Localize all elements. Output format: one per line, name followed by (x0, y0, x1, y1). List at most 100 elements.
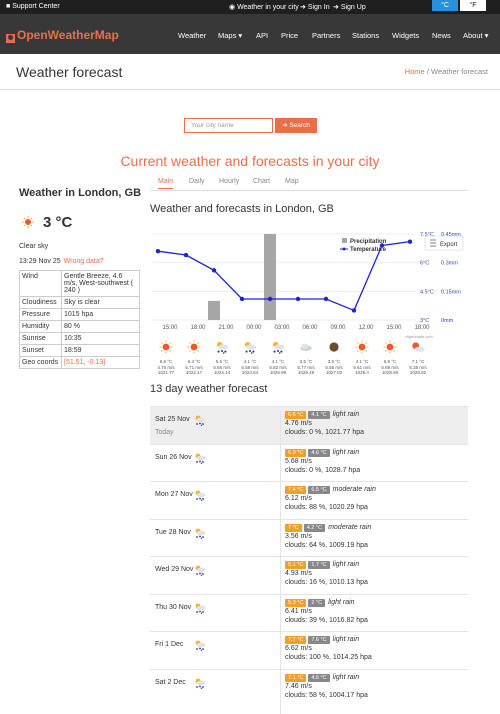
hourly-temp: 5.6 °C (215, 359, 229, 364)
max-temp-badge: 5.1 °C (285, 561, 307, 569)
celsius-button[interactable]: °C (432, 0, 458, 11)
hourly-pressure: 1028.59 (381, 370, 399, 375)
day-wind: 4.93 m/s (285, 570, 312, 577)
weather-row-value[interactable]: [51.51, -0.13] (61, 356, 140, 369)
hourly-wind: 5.35 m/s (409, 364, 427, 370)
nav-weather[interactable]: Weather (178, 31, 206, 40)
x-tick-label: 15:00 (162, 325, 178, 331)
forecast-tabs: Main Daily Hourly Chart Map (150, 176, 468, 191)
legend-precip-swatch (342, 238, 347, 243)
max-temp-badge: 6.9 °C (285, 448, 307, 457)
max-temp-badge: 6.6 °C (285, 411, 307, 419)
precip-bar (208, 300, 220, 320)
day-clouds: clouds: 64 %, 1009.19 hpa (285, 541, 368, 549)
sun-icon (383, 340, 397, 354)
hourly-wind: 5.77 m/s (297, 364, 315, 370)
y-left-tick-label: 4.5°C (420, 289, 434, 295)
x-tick-label: 03:00 (274, 325, 290, 331)
sign-in-link[interactable]: ➜ Sign In (300, 3, 330, 11)
nav-stations[interactable]: Stations (352, 31, 379, 40)
cloud-icon (300, 343, 312, 352)
hourly-pressure: 1024.54 (241, 370, 259, 375)
weather-row: Cloudiness Sky is clear (19, 296, 140, 309)
hourly-temp: 6.6 °C (159, 359, 173, 364)
weather-city-label: Weather in your city (237, 4, 299, 11)
day-clouds: clouds: 0 %, 1021.77 hpa (285, 429, 365, 436)
hourly-temp: 3.5 °C (327, 359, 341, 364)
x-tick-label: 09:00 (330, 325, 346, 331)
day-wind: 3.56 m/s (285, 532, 312, 540)
sign-up-label: Sign Up (340, 4, 366, 11)
logo[interactable]: ✺ OpenWeatherMap (6, 28, 119, 43)
fahrenheit-button[interactable]: °F (460, 0, 486, 11)
sun-icon (187, 340, 201, 354)
rain-icon (216, 341, 229, 354)
min-temp-badge: 2 °C (308, 598, 326, 607)
rain-icon (195, 678, 206, 689)
tab-map[interactable]: Map (285, 178, 299, 185)
logo-text: OpenWeatherMap (17, 28, 119, 42)
partly-icon (412, 342, 425, 352)
nav-news[interactable]: News (432, 31, 451, 40)
tab-chart[interactable]: Chart (253, 178, 270, 185)
min-temp-badge: 4.6 °C (308, 448, 330, 457)
sun-icon (355, 340, 369, 354)
day-name: Tue 28 Nov (155, 528, 191, 536)
breadcrumb-home[interactable]: Home (405, 67, 425, 76)
day-description: light rain (328, 598, 355, 606)
moon-icon (329, 342, 339, 352)
day-wind: 6.41 m/s (285, 607, 312, 615)
day-name: Sun 26 Nov (155, 453, 192, 461)
day-row: Sun 26 Nov 6.9 °C 4.6 °C light rain 5.68 m/… (150, 443, 468, 489)
weather-row: Geo coords [51.51, -0.13] (19, 356, 140, 369)
hourly-temp: 4.1 °C (355, 359, 369, 364)
tab-main[interactable]: Main (158, 178, 174, 189)
y-right-tick-label: 0mm (441, 318, 454, 324)
rain-icon (195, 603, 206, 614)
forecast-title: Weather and forecasts in London, GB (150, 203, 334, 215)
legend-temp-label: Temperature (350, 247, 387, 253)
hourly-wind: 5.58 m/s (241, 364, 259, 370)
max-temp-badge: 7.7 °C (285, 636, 307, 644)
hourly-pressure: 1022.17 (185, 370, 203, 375)
support-center-link[interactable]: ■ Support Center (6, 3, 60, 10)
hourly-pressure: 1026.49 (297, 370, 315, 375)
rain-icon (195, 415, 206, 426)
top-bar: ■ Support Center ◉ Weather in your city … (0, 0, 500, 14)
weather-city-link[interactable]: ◉ Weather in your city (229, 3, 299, 11)
sign-up-link[interactable]: ➜ Sign Up (333, 3, 366, 11)
temperature-point (407, 239, 413, 244)
weather-row-value: 1015 hpa (61, 308, 140, 321)
weather-row-value: Gentle Breeze, 4.6 m/s, West-southwest (… (61, 270, 140, 297)
temperature-point (295, 296, 301, 302)
tab-daily[interactable]: Daily (189, 178, 205, 185)
max-temp-badge: 7 °C (285, 523, 302, 532)
hourly-temp: 4.1 °C (271, 359, 285, 364)
day-info: 7.1 °C 4.6 °C light rain 7.46 m/s clouds: 5… (280, 673, 468, 714)
tab-hourly[interactable]: Hourly (219, 178, 239, 185)
nav-widgets[interactable]: Widgets (392, 31, 419, 40)
hourly-wind: 5.56 m/s (325, 364, 343, 370)
weather-row-key: Wind (19, 270, 62, 297)
hourly-pressure: 1028.4 (355, 370, 369, 375)
rain-icon (272, 341, 285, 354)
hourly-pressure: 1028.82 (409, 370, 427, 375)
nav-maps[interactable]: Maps ▾ (218, 31, 242, 40)
weather-row-value: 10:35 (61, 332, 140, 345)
y-right-tick-label: 0.15mm (441, 289, 461, 295)
x-tick-label: 00:00 (246, 325, 262, 331)
breadcrumb-separator: / (426, 67, 429, 76)
city-search-input[interactable]: Your city name (184, 118, 273, 133)
wrong-data-link[interactable]: Wrong data? (64, 258, 104, 265)
search-button[interactable]: ➔ Search (275, 118, 317, 133)
precip-bar (264, 234, 276, 320)
nav-about[interactable]: About ▾ (463, 31, 488, 40)
nav-api[interactable]: API (256, 31, 268, 40)
hourly-temp: 7.1 °C (411, 359, 425, 364)
nav-partners[interactable]: Partners (312, 31, 340, 40)
current-location-title: Weather in London, GB (19, 187, 142, 199)
nav-price[interactable]: Price (281, 31, 298, 40)
y-left-tick-label: 6°C (420, 261, 429, 267)
day-row: Mon 27 Nov 7.4 °C 6.5 °C moderate rain 6.12… (150, 481, 468, 526)
day-wind: 6.12 m/s (285, 495, 312, 502)
